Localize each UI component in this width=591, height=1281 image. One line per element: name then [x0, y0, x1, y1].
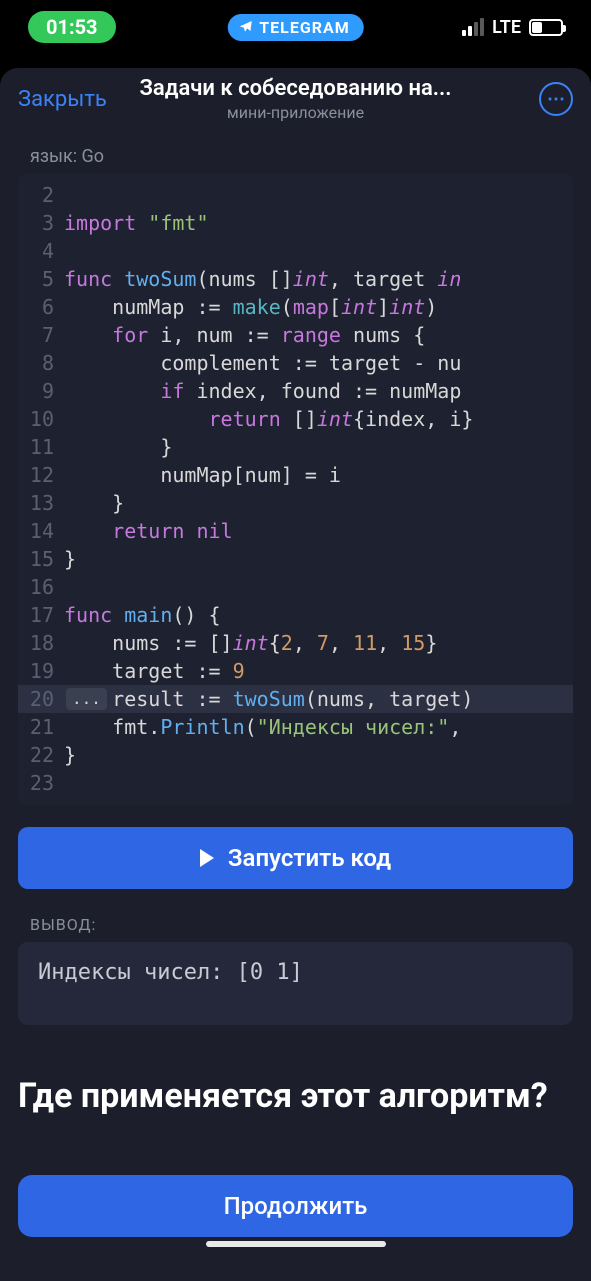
code-text: } [64, 545, 76, 573]
telegram-pill[interactable]: TELEGRAM [227, 14, 363, 41]
line-number: 17 [18, 601, 64, 629]
run-button[interactable]: Запустить код [18, 827, 573, 889]
code-text: nums := []int{2, 7, 11, 15} [64, 629, 437, 657]
network-label: LTE [492, 17, 521, 38]
line-number: 3 [18, 209, 64, 237]
output-label: вывод: [30, 915, 573, 934]
code-line[interactable]: 7 for i, num := range nums { [18, 321, 573, 349]
line-number: 6 [18, 293, 64, 321]
code-line[interactable]: 9 if index, found := numMap [18, 377, 573, 405]
code-text: complement := target - nu [64, 349, 461, 377]
more-button[interactable]: ⋯ [539, 82, 573, 116]
code-line[interactable]: 4 [18, 237, 573, 265]
code-line[interactable]: 17func main() { [18, 601, 573, 629]
code-line[interactable]: 22} [18, 741, 573, 769]
code-line[interactable]: 11 } [18, 433, 573, 461]
code-text: target := 9 [64, 657, 245, 685]
code-text: numMap := make(map[int]int) [64, 293, 437, 321]
code-editor[interactable]: 23import "fmt"45func twoSum(nums []int, … [18, 173, 573, 805]
code-line[interactable]: 21 fmt.Println("Индексы чисел:", [18, 713, 573, 741]
code-line[interactable]: 19 target := 9 [18, 657, 573, 685]
line-number: 2 [18, 181, 64, 209]
section-heading: Где применяется этот алгоритм? [18, 1075, 573, 1118]
code-line[interactable]: 2 [18, 181, 573, 209]
page-title: Задачи к собеседованию на... [139, 76, 451, 101]
telegram-pill-label: TELEGRAM [259, 18, 349, 37]
content-scroll[interactable]: язык: Go 23import "fmt"45func twoSum(num… [0, 126, 591, 1161]
continue-button-label: Продолжить [224, 1192, 368, 1220]
code-text: } [64, 741, 76, 769]
status-bar: 01:53 TELEGRAM LTE 37 [0, 0, 591, 54]
code-text: for i, num := range nums { [64, 321, 425, 349]
line-number: 8 [18, 349, 64, 377]
line-number: 11 [18, 433, 64, 461]
line-number: 13 [18, 489, 64, 517]
code-line[interactable]: 15} [18, 545, 573, 573]
status-time-pill: 01:53 [28, 11, 116, 43]
line-number: 9 [18, 377, 64, 405]
line-number: 5 [18, 265, 64, 293]
line-number: 10 [18, 405, 64, 433]
line-number: 16 [18, 573, 64, 601]
code-text: } [64, 489, 124, 517]
code-text: fmt.Println("Индексы чисел:", [64, 713, 461, 741]
page-subtitle: мини-приложение [139, 103, 451, 122]
code-line[interactable]: 23 [18, 769, 573, 797]
home-indicator [206, 1241, 386, 1247]
code-line[interactable]: 3import "fmt" [18, 209, 573, 237]
telegram-icon [237, 19, 253, 35]
line-number: 14 [18, 517, 64, 545]
sheet-header: Закрыть Задачи к собеседованию на... мин… [0, 68, 591, 126]
code-text: } [64, 433, 172, 461]
footer-bar: Продолжить [0, 1161, 591, 1281]
code-line[interactable]: 12 numMap[num] = i [18, 461, 573, 489]
language-label: язык: Go [30, 146, 573, 167]
line-number: 21 [18, 713, 64, 741]
continue-button[interactable]: Продолжить [18, 1175, 573, 1237]
code-text: return nil [64, 517, 233, 545]
output-box: Индексы чисел: [0 1] [18, 942, 573, 1025]
run-button-label: Запустить код [228, 844, 391, 872]
line-number: 23 [18, 769, 64, 797]
line-number: 4 [18, 237, 64, 265]
code-text: func twoSum(nums []int, target in [64, 265, 461, 293]
line-number: 18 [18, 629, 64, 657]
line-number: 7 [18, 321, 64, 349]
code-line[interactable]: 10 return []int{index, i} [18, 405, 573, 433]
code-line[interactable]: 5func twoSum(nums []int, target in [18, 265, 573, 293]
status-right: LTE 37 [462, 17, 563, 38]
code-text: return []int{index, i} [64, 405, 473, 433]
line-number: 15 [18, 545, 64, 573]
fold-badge[interactable]: ... [66, 688, 107, 710]
ellipsis-icon: ⋯ [547, 89, 565, 110]
code-line[interactable]: 8 complement := target - nu [18, 349, 573, 377]
code-line[interactable]: 14 return nil [18, 517, 573, 545]
code-line[interactable]: 16 [18, 573, 573, 601]
code-text: import "fmt" [64, 209, 209, 237]
play-icon [200, 849, 214, 867]
code-line[interactable]: 13 } [18, 489, 573, 517]
line-number: 20 [18, 685, 64, 713]
mini-app-sheet: Закрыть Задачи к собеседованию на... мин… [0, 68, 591, 1281]
battery-icon: 37 [529, 19, 563, 36]
signal-icon [462, 18, 484, 36]
line-number: 12 [18, 461, 64, 489]
line-number: 19 [18, 657, 64, 685]
code-text: numMap[num] = i [64, 461, 341, 489]
code-text: func main() { [64, 601, 221, 629]
code-text: result := twoSum(nums, target) [64, 685, 473, 713]
close-button[interactable]: Закрыть [18, 87, 107, 112]
line-number: 22 [18, 741, 64, 769]
code-line[interactable]: 18 nums := []int{2, 7, 11, 15} [18, 629, 573, 657]
code-text: if index, found := numMap [64, 377, 461, 405]
code-line[interactable]: 6 numMap := make(map[int]int) [18, 293, 573, 321]
